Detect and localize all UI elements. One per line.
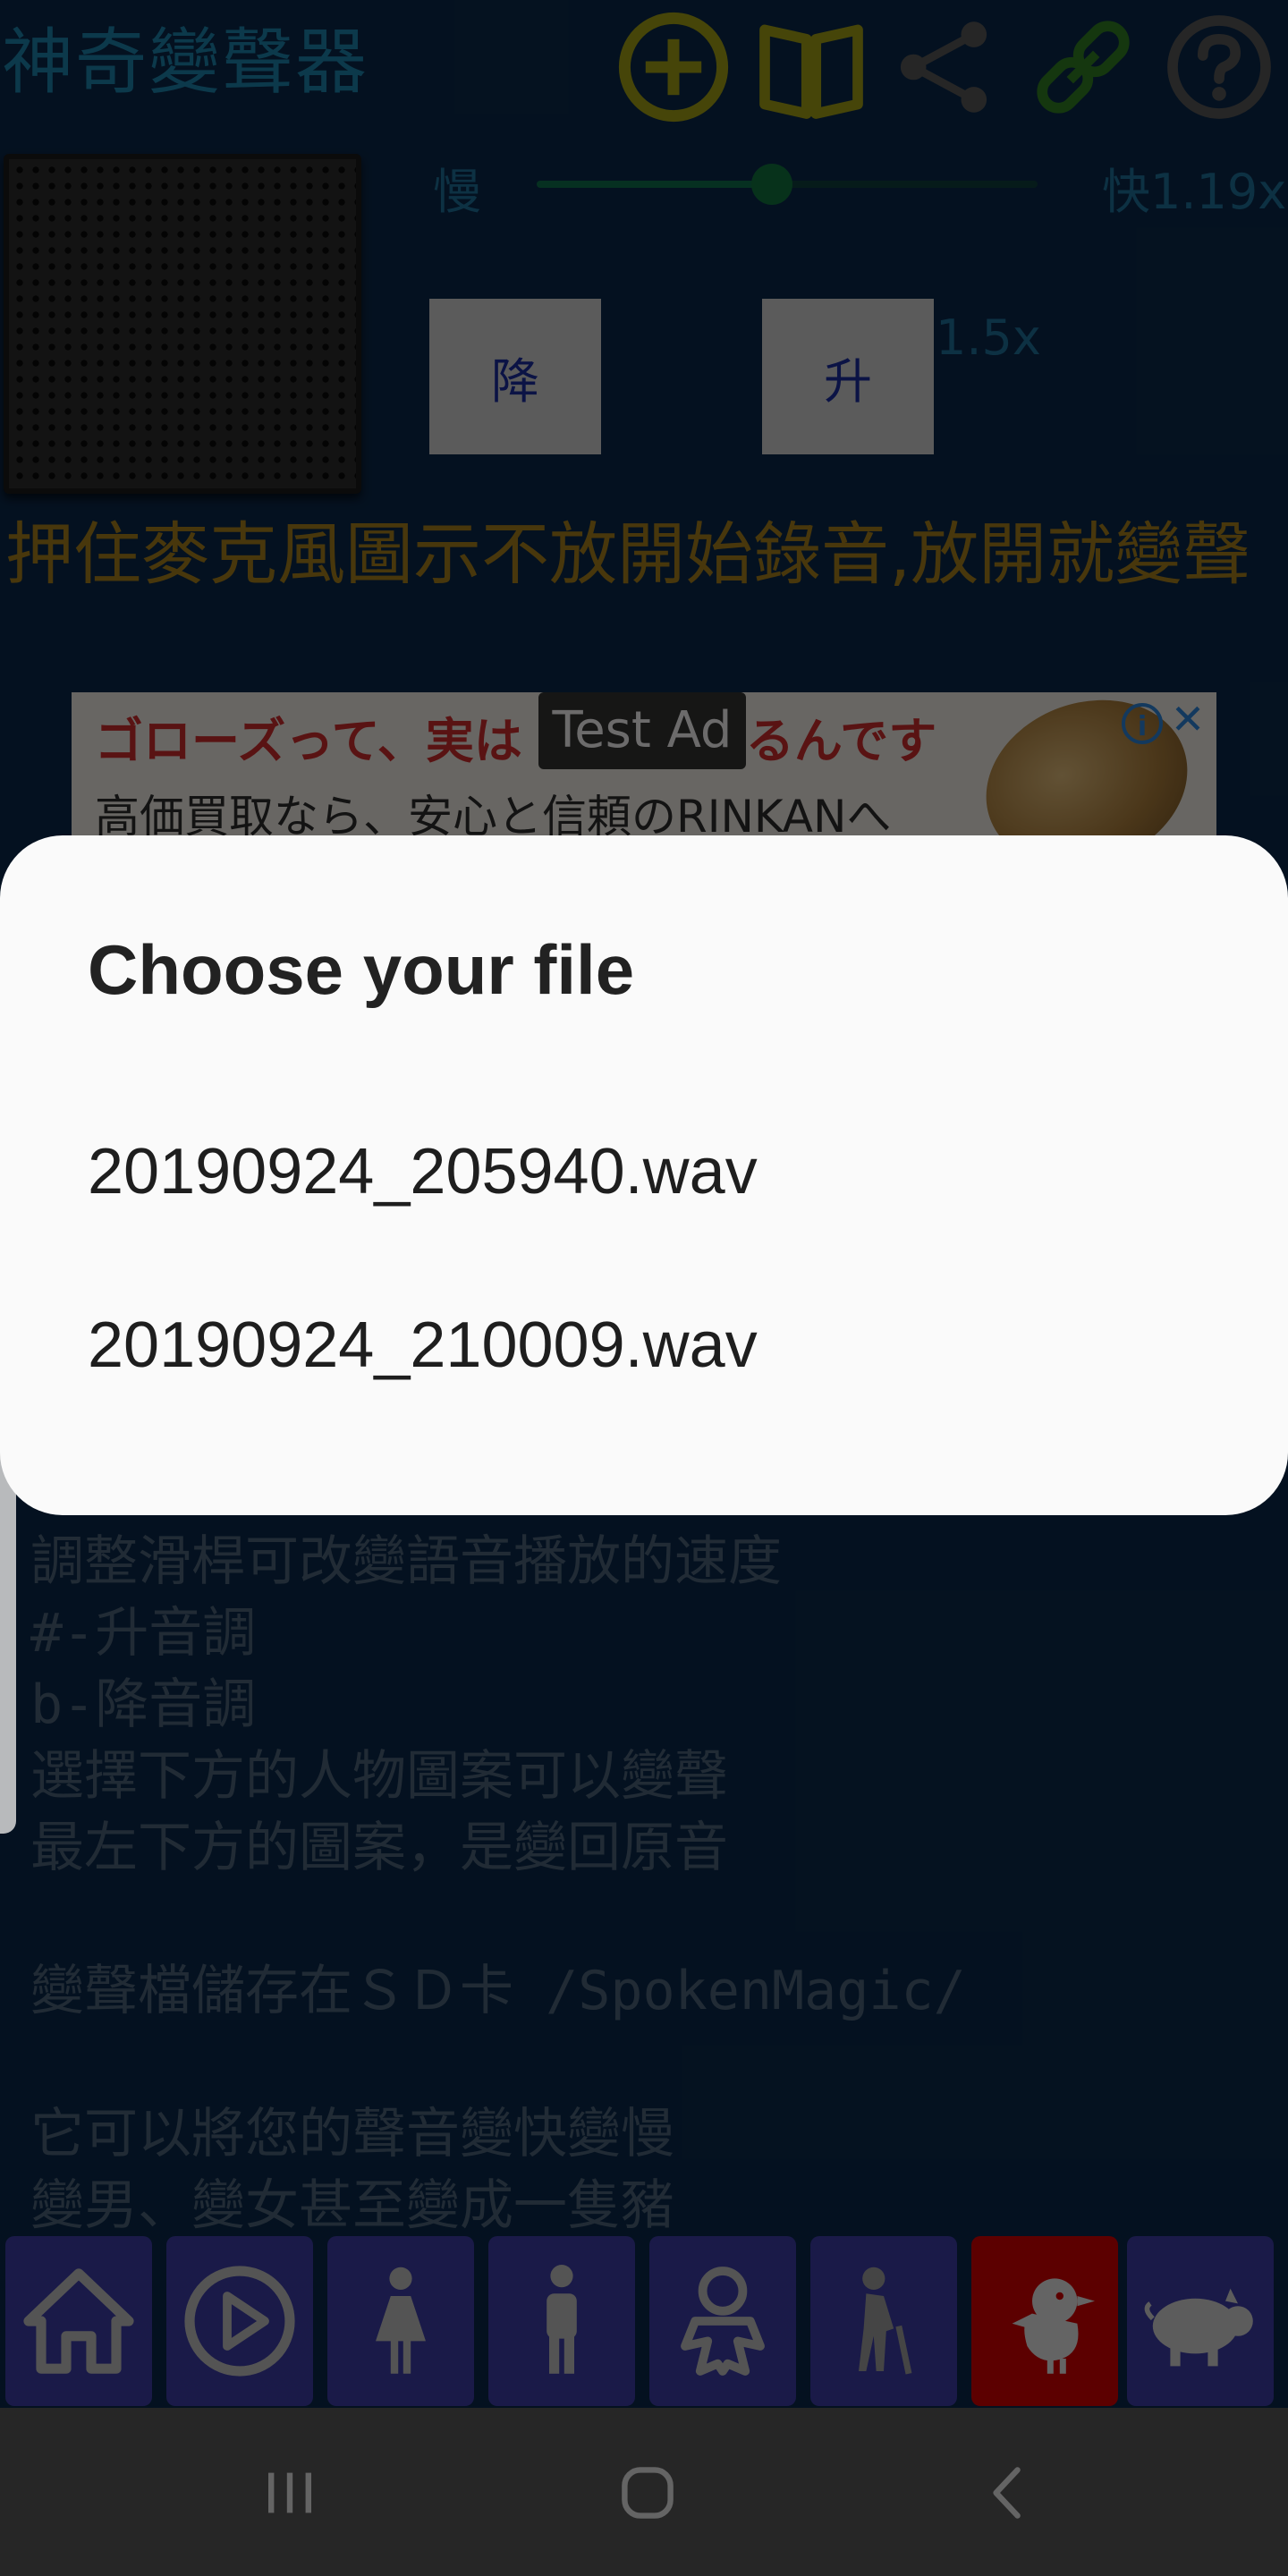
speed-slider-thumb[interactable] <box>751 164 793 205</box>
speed-slider-fill <box>537 181 773 188</box>
speaker-record-button[interactable] <box>4 154 361 494</box>
recents-icon[interactable] <box>236 2444 343 2542</box>
man-icon[interactable] <box>488 2236 635 2406</box>
test-ad-badge: Test Ad <box>538 692 746 769</box>
pitch-down-button[interactable]: 降 <box>429 299 601 454</box>
info-line: 選擇下方的人物圖案可以變聲 <box>30 1745 728 1808</box>
book-icon[interactable] <box>753 9 869 125</box>
speed-slider[interactable] <box>537 164 1038 205</box>
info-line: 變聲檔儲存在ＳＤ卡 /SpokenMagic/ <box>30 1960 966 2022</box>
info-line: #-升音調 <box>30 1602 257 1665</box>
share-icon[interactable] <box>886 9 1002 125</box>
add-circle-icon[interactable] <box>615 9 732 125</box>
pitch-value: 1.5x <box>936 309 1041 366</box>
info-line <box>30 2027 1265 2098</box>
speed-fast-label: 快1.19x <box>1102 164 1287 220</box>
link-icon[interactable] <box>1025 9 1141 125</box>
info-line: b-降音調 <box>30 1674 257 1736</box>
back-icon[interactable] <box>955 2444 1063 2542</box>
pig-icon[interactable] <box>1127 2236 1274 2406</box>
dialog-title: Choose your file <box>88 930 635 1009</box>
info-line <box>30 1884 1265 1955</box>
app-title: 神奇變聲器 <box>2 21 369 104</box>
ad-info-icon[interactable]: i <box>1122 703 1163 744</box>
home-circle-icon[interactable] <box>594 2444 701 2542</box>
speed-slow-label: 慢 <box>433 164 481 220</box>
pitch-up-button[interactable]: 升 <box>762 299 934 454</box>
chick-icon[interactable] <box>971 2236 1118 2406</box>
info-line: 調整滑桿可改變語音播放的速度 <box>30 1530 782 1593</box>
ad-close-icon[interactable]: ✕ <box>1168 699 1208 740</box>
file-name: 20190924_205940.wav <box>88 1136 758 1208</box>
file-item[interactable]: 20190924_210009.wav <box>0 1265 1288 1426</box>
ad-headline: ゴローズって、実は るんです <box>95 713 937 769</box>
help-icon[interactable] <box>1161 9 1277 125</box>
info-line: 最左下方的圖案，是變回原音 <box>30 1817 728 1879</box>
play-icon[interactable] <box>166 2236 313 2406</box>
elder-icon[interactable] <box>810 2236 957 2406</box>
system-nav-bar <box>0 2408 1288 2576</box>
choose-file-dialog: Choose your file 20190924_205940.wav 201… <box>0 835 1288 1515</box>
file-name: 20190924_210009.wav <box>88 1309 758 1381</box>
info-line: 它可以將您的聲音變快變慢 <box>30 2103 674 2165</box>
file-item[interactable]: 20190924_205940.wav <box>0 1091 1288 1252</box>
info-line: 變男、變女甚至變成一隻豬 <box>30 2174 674 2237</box>
info-text: 調整滑桿可改變語音播放的速度 #-升音調 b-降音調選擇下方的人物圖案可以變聲 最左下… <box>30 1526 1265 2241</box>
record-instruction: 押住麥克風圖示不放開始錄音,放開就變聲 <box>5 514 1251 594</box>
baby-icon[interactable] <box>649 2236 796 2406</box>
home-icon[interactable] <box>5 2236 152 2406</box>
voice-character-bar <box>0 2233 1288 2408</box>
app-screen: 神奇變聲器 慢 快1.19x 降 升 1.5x 押住麥克風圖示不放開始錄音,放開… <box>0 0 1288 2576</box>
woman-icon[interactable] <box>327 2236 474 2406</box>
